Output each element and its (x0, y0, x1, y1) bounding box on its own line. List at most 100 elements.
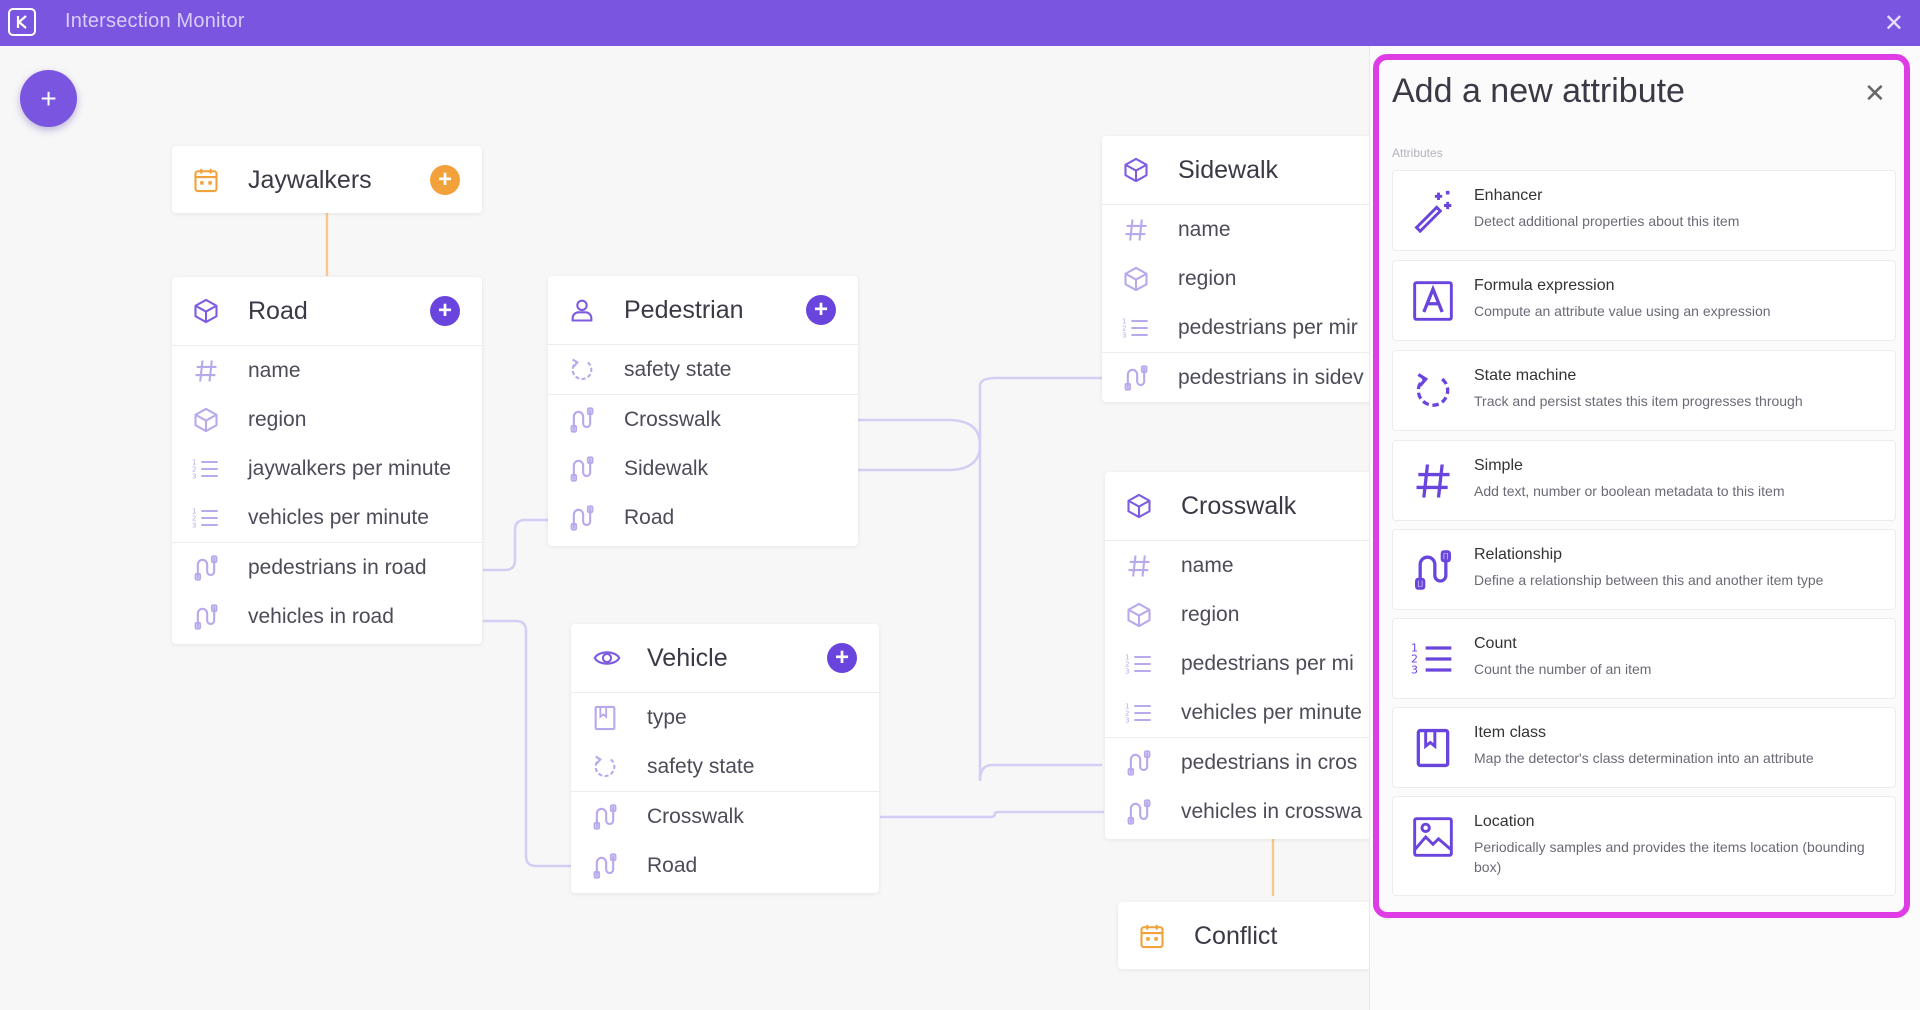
attribute-row[interactable]: safety state (571, 742, 879, 791)
attribute-label: region (1181, 603, 1240, 626)
attribute-row[interactable]: Road (571, 841, 879, 890)
title-bar: Intersection Monitor ✕ (0, 0, 1920, 46)
option-simple[interactable]: Simple Add text, number or boolean metad… (1392, 440, 1896, 521)
card-jaywalkers[interactable]: Jaywalkers + (172, 146, 482, 213)
count-list-icon (1125, 699, 1153, 727)
hash-icon (1122, 216, 1150, 244)
option-name: Formula expression (1474, 277, 1615, 294)
count-list-icon (192, 504, 220, 532)
attribute-row[interactable]: vehicles per minute (1105, 688, 1405, 737)
connector-pedestrian-crosswalk (858, 418, 1102, 782)
attribute-row[interactable]: vehicles in crosswa (1105, 787, 1405, 836)
option-formula-expression[interactable]: Formula expression Compute an attribute … (1392, 260, 1896, 341)
attribute-row[interactable]: type (571, 693, 879, 742)
state-cycle-icon (1411, 369, 1455, 413)
attribute-row[interactable]: name (1105, 541, 1405, 590)
option-name: Simple (1474, 457, 1523, 474)
attribute-label: Crosswalk (624, 408, 721, 431)
attribute-row[interactable]: pedestrians in road (172, 542, 482, 592)
close-icon[interactable]: ✕ (1864, 78, 1886, 109)
attribute-row[interactable]: Road (548, 493, 858, 542)
attribute-label: vehicles in crosswa (1181, 800, 1362, 823)
attribute-row[interactable]: vehicles per minute (172, 493, 482, 542)
card-header: Jaywalkers + (172, 146, 482, 214)
add-attribute-button[interactable]: + (806, 295, 836, 325)
card-vehicle[interactable]: Vehicle + type safety state Crosswalk Ro… (571, 624, 879, 893)
card-title: Pedestrian (624, 296, 744, 324)
calendar-icon (1138, 922, 1166, 950)
attribute-row[interactable]: name (172, 346, 482, 395)
card-sidewalk[interactable]: Sidewalk name region pedestrians per mir… (1102, 136, 1402, 402)
attribute-row[interactable]: Crosswalk (548, 394, 858, 444)
state-cycle-icon (568, 356, 596, 384)
attribute-label: region (1178, 267, 1237, 290)
attribute-label: Sidewalk (624, 457, 709, 480)
attribute-label: pedestrians per mir (1178, 316, 1358, 339)
option-description: Periodically samples and provides the it… (1474, 839, 1865, 875)
attribute-label: name (248, 359, 301, 382)
card-header: Sidewalk (1102, 136, 1402, 205)
connector-road-vehicle (483, 619, 572, 868)
relationship-icon (568, 455, 596, 483)
add-attribute-button[interactable]: + (430, 165, 460, 195)
cube-icon (192, 297, 220, 325)
attribute-row[interactable]: pedestrians per mir (1102, 303, 1402, 352)
attribute-label: Crosswalk (647, 805, 744, 828)
card-header: Vehicle + (571, 624, 879, 693)
cube-icon (1125, 601, 1153, 629)
relationship-icon (1125, 749, 1153, 777)
option-count[interactable]: Count Count the number of an item (1392, 618, 1896, 699)
card-crosswalk[interactable]: Crosswalk name region pedestrians per mi… (1105, 472, 1405, 839)
bookmark-icon (1411, 726, 1455, 770)
attribute-row[interactable]: Sidewalk (548, 444, 858, 493)
close-window-icon[interactable]: ✕ (1884, 9, 1904, 38)
attribute-row[interactable]: pedestrians in cros (1105, 737, 1405, 787)
attribute-row[interactable]: region (172, 395, 482, 444)
card-road[interactable]: Road + name region jaywalkers per minute… (172, 277, 482, 644)
app-logo-icon[interactable] (8, 8, 36, 36)
attribute-label: type (647, 706, 687, 729)
attribute-row[interactable]: pedestrians in sidev (1102, 352, 1402, 402)
attribute-label: vehicles per minute (1181, 701, 1362, 724)
card-title: Conflict (1194, 922, 1278, 950)
option-description: Add text, number or boolean metadata to … (1474, 483, 1785, 499)
relationship-icon (1411, 548, 1455, 592)
connector-vehicle-crosswalk (880, 810, 1104, 819)
attribute-label: safety state (624, 358, 732, 381)
option-state-machine[interactable]: State machine Track and persist states t… (1392, 350, 1896, 431)
attribute-row[interactable]: region (1102, 254, 1402, 303)
option-location[interactable]: Location Periodically samples and provid… (1392, 796, 1896, 896)
card-header: Pedestrian + (548, 276, 858, 345)
relationship-icon (192, 554, 220, 582)
card-pedestrian[interactable]: Pedestrian + safety state Crosswalk Side… (548, 276, 858, 546)
count-list-icon (1125, 650, 1153, 678)
eye-icon (591, 644, 623, 672)
cube-icon (192, 406, 220, 434)
attribute-row[interactable]: name (1102, 205, 1402, 254)
section-label: Attributes (1392, 146, 1443, 160)
count-list-icon (1122, 314, 1150, 342)
card-header: Conflict (1118, 902, 1408, 969)
attribute-row[interactable]: region (1105, 590, 1405, 639)
option-relationship[interactable]: Relationship Define a relationship betwe… (1392, 529, 1896, 610)
add-attribute-button[interactable]: + (430, 296, 460, 326)
option-enhancer[interactable]: Enhancer Detect additional properties ab… (1392, 170, 1896, 251)
attribute-label: pedestrians in road (248, 556, 427, 579)
card-header: Road + (172, 277, 482, 346)
attribute-row[interactable]: pedestrians per mi (1105, 639, 1405, 688)
attribute-row[interactable]: safety state (548, 345, 858, 394)
person-icon (568, 296, 596, 324)
attribute-label: pedestrians in cros (1181, 751, 1358, 774)
option-item-class[interactable]: Item class Map the detector's class dete… (1392, 707, 1896, 788)
option-name: Location (1474, 813, 1535, 830)
add-item-button[interactable]: + (20, 70, 77, 127)
card-conflict[interactable]: Conflict (1118, 902, 1408, 969)
relationship-icon (568, 406, 596, 434)
attribute-label: vehicles in road (248, 605, 394, 628)
attribute-row[interactable]: vehicles in road (172, 592, 482, 641)
card-header: Crosswalk (1105, 472, 1405, 541)
attribute-row[interactable]: jaywalkers per minute (172, 444, 482, 493)
attribute-row[interactable]: Crosswalk (571, 791, 879, 841)
card-title: Road (248, 297, 308, 325)
add-attribute-button[interactable]: + (827, 643, 857, 673)
